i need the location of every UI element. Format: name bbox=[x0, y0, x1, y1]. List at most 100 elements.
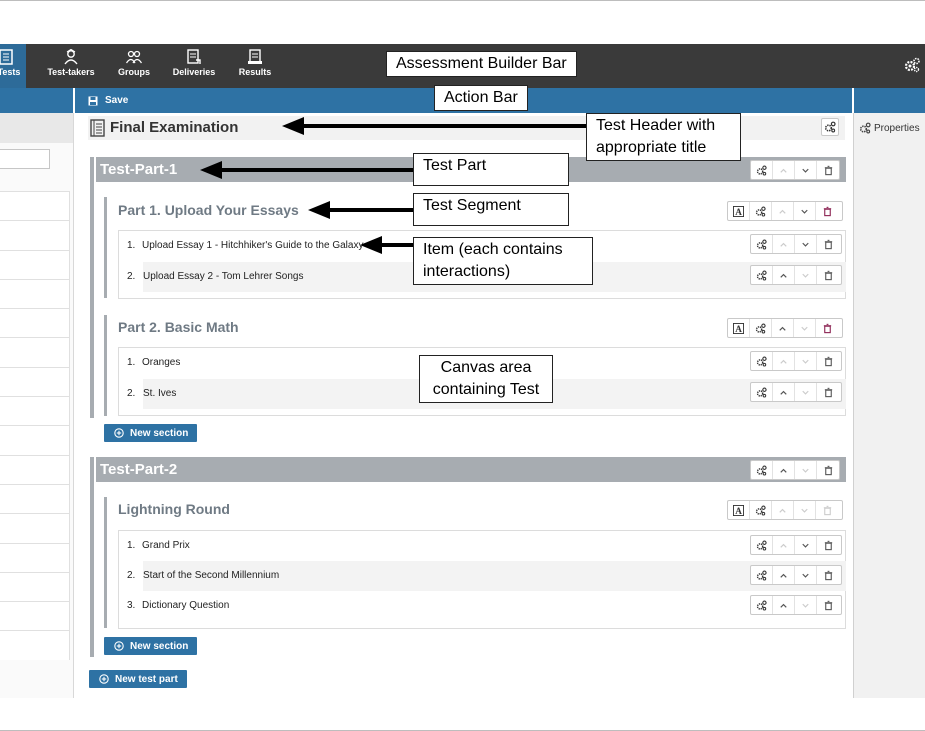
item-delete-button[interactable] bbox=[817, 596, 839, 614]
list-item[interactable] bbox=[0, 454, 70, 484]
list-item[interactable] bbox=[0, 601, 70, 631]
section-2-move-up-button[interactable] bbox=[772, 319, 794, 337]
test-part-2-move-down-button[interactable] bbox=[795, 461, 817, 479]
section-1-move-down-button[interactable] bbox=[794, 202, 816, 220]
properties-button[interactable]: Properties bbox=[859, 122, 920, 134]
section-1-controls: A bbox=[727, 201, 843, 221]
item-delete-button[interactable] bbox=[817, 352, 839, 370]
section-1-rubric-button[interactable]: A bbox=[728, 202, 750, 220]
item-row[interactable]: 2. Start of the Second Millennium bbox=[127, 561, 846, 591]
section-1-delete-button[interactable] bbox=[816, 202, 838, 220]
item-row[interactable]: 1. Grand Prix bbox=[119, 531, 845, 561]
trash-icon bbox=[824, 356, 832, 366]
item-move-down-button[interactable] bbox=[795, 596, 817, 614]
annotation-item-line2: interactions) bbox=[423, 263, 511, 280]
section-1-properties-button[interactable] bbox=[750, 202, 772, 220]
section-3-delete-button[interactable] bbox=[816, 501, 838, 519]
item-move-up-button[interactable] bbox=[773, 596, 795, 614]
list-item[interactable] bbox=[0, 630, 70, 660]
annotation-action-bar: Action Bar bbox=[434, 85, 528, 111]
item-delete-button[interactable] bbox=[817, 536, 839, 554]
chevron-down-icon bbox=[801, 209, 808, 214]
list-item[interactable] bbox=[0, 278, 70, 309]
item-move-up-button[interactable] bbox=[773, 566, 795, 584]
text-format-icon: A bbox=[733, 205, 744, 217]
item-row[interactable]: 3. Dictionary Question bbox=[119, 591, 845, 621]
nav-groups-label: Groups bbox=[117, 67, 150, 77]
item-move-up-button[interactable] bbox=[773, 352, 795, 370]
list-item[interactable] bbox=[0, 191, 70, 221]
section-2-properties-button[interactable] bbox=[750, 319, 772, 337]
item-properties-button[interactable] bbox=[751, 596, 773, 614]
item-properties-button[interactable] bbox=[751, 266, 773, 284]
test-part-2-move-up-button[interactable] bbox=[773, 461, 795, 479]
item-properties-button[interactable] bbox=[751, 383, 773, 401]
new-section-button[interactable]: New section bbox=[104, 637, 198, 655]
left-panel-search-input[interactable] bbox=[0, 149, 50, 169]
list-item[interactable] bbox=[0, 513, 70, 543]
item-delete-button[interactable] bbox=[817, 566, 839, 584]
item-move-down-button[interactable] bbox=[795, 235, 817, 253]
test-part-1-move-down-button[interactable] bbox=[795, 161, 817, 179]
item-delete-button[interactable] bbox=[817, 235, 839, 253]
nav-results-label: Results bbox=[238, 67, 272, 77]
nav-test-takers[interactable]: Test-takers bbox=[46, 44, 96, 88]
item-move-up-button[interactable] bbox=[773, 235, 795, 253]
section-1-move-up-button[interactable] bbox=[772, 202, 794, 220]
nav-tests[interactable]: Tests bbox=[0, 44, 26, 88]
list-item[interactable] bbox=[0, 308, 70, 338]
test-part-1-move-up-button[interactable] bbox=[773, 161, 795, 179]
test-part-2-delete-button[interactable] bbox=[817, 461, 839, 479]
list-item[interactable] bbox=[0, 571, 70, 602]
list-item[interactable] bbox=[0, 366, 70, 397]
save-button[interactable]: Save bbox=[88, 93, 128, 108]
annotation-canvas-line2: containing Test bbox=[432, 381, 540, 398]
test-part-1-delete-button[interactable] bbox=[817, 161, 839, 179]
chevron-up-icon bbox=[780, 273, 787, 278]
nav-groups[interactable]: Groups bbox=[114, 44, 154, 88]
item-number: 2. bbox=[127, 271, 136, 282]
section-2-delete-button[interactable] bbox=[816, 319, 838, 337]
section-3-rubric-button[interactable]: A bbox=[728, 501, 750, 519]
item-move-up-button[interactable] bbox=[773, 536, 795, 554]
section-3-move-down-button[interactable] bbox=[794, 501, 816, 519]
annotation-canvas-line1: Canvas area bbox=[440, 359, 532, 376]
list-item[interactable] bbox=[0, 542, 70, 572]
section-2-move-down-button[interactable] bbox=[794, 319, 816, 337]
item-move-down-button[interactable] bbox=[795, 266, 817, 284]
item-move-down-button[interactable] bbox=[795, 383, 817, 401]
list-item[interactable] bbox=[0, 249, 70, 279]
item-delete-button[interactable] bbox=[817, 266, 839, 284]
svg-text:A: A bbox=[735, 207, 742, 217]
section-3-move-up-button[interactable] bbox=[772, 501, 794, 519]
list-item[interactable] bbox=[0, 337, 70, 367]
test-part-1-properties-button[interactable] bbox=[751, 161, 773, 179]
gears-icon bbox=[756, 270, 767, 280]
section-3-properties-button[interactable] bbox=[750, 501, 772, 519]
test-properties-button[interactable] bbox=[821, 118, 839, 136]
item-move-down-button[interactable] bbox=[795, 536, 817, 554]
list-item[interactable] bbox=[0, 220, 70, 250]
item-move-up-button[interactable] bbox=[773, 383, 795, 401]
item-properties-button[interactable] bbox=[751, 566, 773, 584]
item-properties-button[interactable] bbox=[751, 536, 773, 554]
test-part-2-properties-button[interactable] bbox=[751, 461, 773, 479]
item-properties-button[interactable] bbox=[751, 352, 773, 370]
nav-deliveries[interactable]: Deliveries bbox=[170, 44, 218, 88]
settings-gears-icon[interactable] bbox=[903, 56, 921, 74]
section-2-rubric-button[interactable]: A bbox=[728, 319, 750, 337]
item-properties-button[interactable] bbox=[751, 235, 773, 253]
annotation-test-header-line1: Test Header with bbox=[596, 117, 716, 134]
test-part-2-title: Test-Part-2 bbox=[100, 461, 178, 478]
list-item[interactable] bbox=[0, 396, 70, 426]
new-section-button[interactable]: New section bbox=[104, 424, 198, 442]
item-move-down-button[interactable] bbox=[795, 566, 817, 584]
new-test-part-button[interactable]: New test part bbox=[89, 670, 187, 688]
item-move-up-button[interactable] bbox=[773, 266, 795, 284]
item-delete-button[interactable] bbox=[817, 383, 839, 401]
trash-icon bbox=[824, 239, 832, 249]
item-move-down-button[interactable] bbox=[795, 352, 817, 370]
list-item[interactable] bbox=[0, 483, 70, 514]
nav-results[interactable]: Results bbox=[235, 44, 275, 88]
list-item[interactable] bbox=[0, 425, 70, 455]
